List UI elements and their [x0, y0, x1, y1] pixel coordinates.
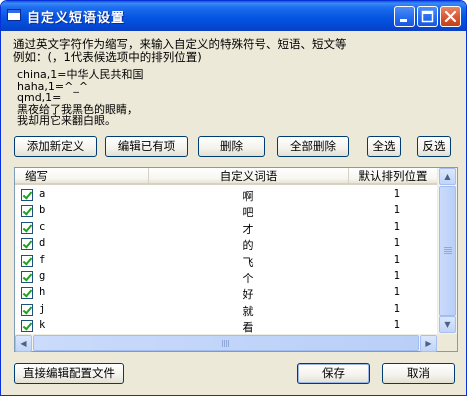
- row-position: 1: [393, 237, 400, 250]
- phrase-list[interactable]: 缩写 自定义词语 默认排列位置 a 啊 1 b 吧 1 c 才 1 d 的 1 …: [14, 167, 458, 352]
- row-position: 1: [393, 269, 400, 282]
- row-abbreviation: f: [39, 253, 46, 266]
- window-icon: [7, 9, 21, 21]
- vertical-scroll-thumb[interactable]: [439, 186, 456, 316]
- vertical-scrollbar[interactable]: ▲ ▼: [437, 168, 457, 334]
- row-abbreviation: a: [39, 188, 46, 200]
- delete-button[interactable]: 删除: [198, 136, 265, 157]
- row-abbreviation: h: [39, 286, 46, 299]
- row-checkbox[interactable]: [21, 189, 33, 201]
- row-checkbox[interactable]: [21, 238, 33, 251]
- list-rows: a 啊 1 b 吧 1 c 才 1 d 的 1 f 飞 1 g 个 1 h 好 …: [15, 187, 437, 334]
- row-checkbox[interactable]: [21, 270, 33, 283]
- select-all-button[interactable]: 全选: [367, 136, 401, 157]
- row-phrase: 吧: [242, 206, 254, 220]
- dialog-body: 通过英文字符作为缩写，来输入自定义的特殊符号、短语、短文等 例如：(，1代表候选…: [5, 31, 463, 393]
- row-checkbox[interactable]: [21, 205, 33, 218]
- example-line: 我却用它来翻白眼。: [17, 114, 116, 127]
- row-phrase: 个: [242, 271, 254, 285]
- save-button[interactable]: 保存: [297, 363, 370, 384]
- minimize-button[interactable]: [394, 6, 415, 27]
- row-checkbox[interactable]: [21, 303, 33, 316]
- title-bar[interactable]: 自定义短语设置: [1, 1, 466, 31]
- row-phrase: 才: [242, 222, 254, 236]
- row-phrase: 啊: [242, 190, 254, 203]
- column-header-phrase[interactable]: 自定义词语: [148, 168, 348, 185]
- row-phrase: 的: [242, 239, 254, 253]
- window-title: 自定义短语设置: [27, 11, 126, 26]
- description-line-2: 例如：(，1代表候选项中的排列位置): [13, 50, 202, 64]
- row-abbreviation: k: [39, 319, 46, 332]
- row-abbreviation: d: [39, 237, 46, 250]
- example-line: qmd,1=: [17, 91, 62, 104]
- scroll-right-icon[interactable]: ▶: [420, 335, 437, 352]
- minimize-icon: [400, 19, 407, 22]
- row-phrase: 就: [242, 304, 254, 318]
- list-header: 缩写 自定义词语 默认排列位置: [15, 168, 437, 185]
- row-checkbox[interactable]: [21, 254, 33, 267]
- horizontal-scrollbar[interactable]: ◀ ▶: [15, 334, 437, 352]
- description: 通过英文字符作为缩写，来输入自定义的特殊符号、短语、短文等 例如：(，1代表候选…: [13, 38, 347, 64]
- row-checkbox[interactable]: [21, 320, 33, 333]
- row-position: 1: [393, 253, 400, 266]
- delete-all-button[interactable]: 全部删除: [277, 136, 349, 157]
- column-header-position[interactable]: 默认排列位置: [348, 168, 437, 185]
- row-position: 1: [393, 302, 400, 315]
- row-abbreviation: j: [39, 302, 46, 315]
- row-position: 1: [393, 286, 400, 299]
- edit-existing-button[interactable]: 编辑已有项: [105, 136, 188, 157]
- row-phrase: 飞: [242, 255, 254, 269]
- row-phrase: 看: [242, 321, 254, 334]
- maximize-icon: [421, 10, 434, 23]
- table-row[interactable]: j 就 1: [15, 302, 437, 318]
- table-row[interactable]: k 看 1: [15, 318, 437, 334]
- table-row[interactable]: b 吧 1: [15, 203, 437, 219]
- close-button[interactable]: [440, 6, 461, 27]
- example-block: china,1=中华人民共和国 haha,1=^_^ qmd,1= 黑夜给了我黑…: [17, 69, 144, 127]
- row-checkbox[interactable]: [21, 221, 33, 234]
- table-row[interactable]: h 好 1: [15, 285, 437, 301]
- maximize-button[interactable]: [417, 6, 438, 27]
- edit-config-file-button[interactable]: 直接编辑配置文件: [14, 363, 124, 384]
- example-line: china,1=中华人民共和国: [17, 68, 144, 81]
- row-abbreviation: b: [39, 204, 46, 217]
- row-position: 1: [393, 319, 400, 332]
- table-row[interactable]: c 才 1: [15, 220, 437, 236]
- column-header-abbreviation[interactable]: 缩写: [15, 168, 148, 185]
- row-position: 1: [393, 204, 400, 217]
- table-row[interactable]: g 个 1: [15, 269, 437, 285]
- scroll-down-icon[interactable]: ▼: [439, 316, 456, 333]
- scroll-up-icon[interactable]: ▲: [439, 168, 456, 185]
- table-row[interactable]: a 啊 1: [15, 187, 437, 203]
- row-phrase: 好: [242, 288, 254, 302]
- phrase-settings-window: 自定义短语设置 通过英文字符作为缩写，来输入自定义的特殊符号、短语、短文等 例如…: [0, 0, 467, 396]
- scroll-left-icon[interactable]: ◀: [15, 335, 32, 352]
- scrollbar-corner: [437, 334, 457, 351]
- table-row[interactable]: f 飞 1: [15, 253, 437, 269]
- row-abbreviation: c: [39, 220, 46, 233]
- invert-selection-button[interactable]: 反选: [417, 136, 451, 157]
- horizontal-scroll-thumb[interactable]: [33, 335, 419, 351]
- close-icon: [444, 10, 457, 23]
- grip-icon: [444, 247, 452, 254]
- row-position: 1: [393, 188, 400, 200]
- grip-icon: [222, 340, 229, 347]
- add-definition-button[interactable]: 添加新定义: [14, 136, 97, 157]
- table-row[interactable]: d 的 1: [15, 236, 437, 252]
- row-abbreviation: g: [39, 269, 46, 282]
- row-position: 1: [393, 220, 400, 233]
- cancel-button[interactable]: 取消: [382, 363, 455, 384]
- row-checkbox[interactable]: [21, 287, 33, 300]
